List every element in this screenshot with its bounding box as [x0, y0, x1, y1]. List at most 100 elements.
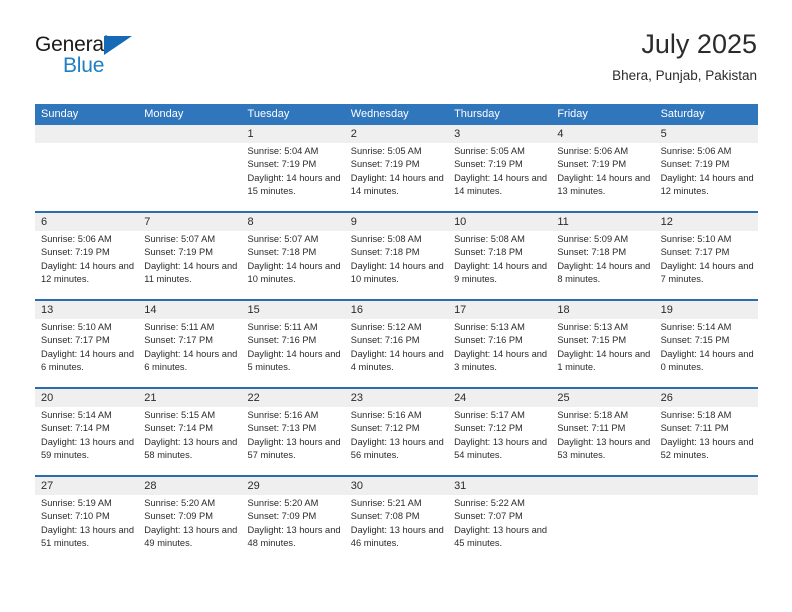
day-number[interactable]: 16: [345, 301, 448, 319]
day-cell[interactable]: Sunrise: 5:17 AM Sunset: 7:12 PM Dayligh…: [448, 407, 551, 475]
day-cell[interactable]: Sunrise: 5:04 AM Sunset: 7:19 PM Dayligh…: [242, 143, 345, 211]
week-dates-band: 13 14 15 16 17 18 19: [35, 301, 758, 319]
sunset-text: Sunset: 7:10 PM: [41, 511, 110, 522]
day-number[interactable]: 12: [655, 213, 758, 231]
week-dates-band: 27 28 29 30 31: [35, 477, 758, 495]
day-number[interactable]: 10: [448, 213, 551, 231]
day-number[interactable]: 5: [655, 125, 758, 143]
day-number[interactable]: 4: [551, 125, 654, 143]
day-cell[interactable]: Sunrise: 5:10 AM Sunset: 7:17 PM Dayligh…: [655, 231, 758, 299]
daylight-text: Daylight: 14 hours and 8 minutes.: [557, 260, 651, 285]
day-number[interactable]: [655, 477, 758, 495]
day-cell[interactable]: Sunrise: 5:06 AM Sunset: 7:19 PM Dayligh…: [35, 231, 138, 299]
day-number[interactable]: [138, 125, 241, 143]
day-cell[interactable]: Sunrise: 5:12 AM Sunset: 7:16 PM Dayligh…: [345, 319, 448, 387]
day-cell[interactable]: [138, 143, 241, 211]
day-cell[interactable]: Sunrise: 5:11 AM Sunset: 7:17 PM Dayligh…: [138, 319, 241, 387]
day-number[interactable]: 2: [345, 125, 448, 143]
day-cell[interactable]: Sunrise: 5:09 AM Sunset: 7:18 PM Dayligh…: [551, 231, 654, 299]
sunset-text: Sunset: 7:16 PM: [454, 335, 523, 346]
day-number[interactable]: 28: [138, 477, 241, 495]
day-cell[interactable]: [655, 495, 758, 563]
day-number[interactable]: 27: [35, 477, 138, 495]
day-number[interactable]: 14: [138, 301, 241, 319]
sunset-text: Sunset: 7:17 PM: [144, 335, 213, 346]
daylight-text: Daylight: 13 hours and 51 minutes.: [41, 524, 135, 549]
day-cell[interactable]: Sunrise: 5:19 AM Sunset: 7:10 PM Dayligh…: [35, 495, 138, 563]
day-cell[interactable]: Sunrise: 5:07 AM Sunset: 7:19 PM Dayligh…: [138, 231, 241, 299]
day-cell[interactable]: Sunrise: 5:20 AM Sunset: 7:09 PM Dayligh…: [138, 495, 241, 563]
day-cell[interactable]: Sunrise: 5:16 AM Sunset: 7:13 PM Dayligh…: [242, 407, 345, 475]
week-row: 13 14 15 16 17 18 19 Sunrise: 5:10 AM Su…: [35, 301, 758, 389]
sunrise-text: Sunrise: 5:11 AM: [247, 322, 318, 332]
calendar-page: General Blue July 2025 Bhera, Punjab, Pa…: [0, 0, 792, 612]
day-number[interactable]: 26: [655, 389, 758, 407]
daylight-text: Daylight: 14 hours and 13 minutes.: [557, 172, 651, 197]
day-cell[interactable]: Sunrise: 5:05 AM Sunset: 7:19 PM Dayligh…: [345, 143, 448, 211]
daylight-text: Daylight: 13 hours and 54 minutes.: [454, 436, 548, 461]
daylight-text: Daylight: 14 hours and 12 minutes.: [41, 260, 135, 285]
day-cell[interactable]: Sunrise: 5:14 AM Sunset: 7:14 PM Dayligh…: [35, 407, 138, 475]
daylight-text: Daylight: 13 hours and 48 minutes.: [247, 524, 341, 549]
sunset-text: Sunset: 7:19 PM: [41, 247, 110, 258]
day-cell[interactable]: Sunrise: 5:11 AM Sunset: 7:16 PM Dayligh…: [242, 319, 345, 387]
day-cell[interactable]: Sunrise: 5:06 AM Sunset: 7:19 PM Dayligh…: [551, 143, 654, 211]
day-number[interactable]: 13: [35, 301, 138, 319]
sunset-text: Sunset: 7:19 PM: [557, 159, 627, 170]
day-cell[interactable]: Sunrise: 5:14 AM Sunset: 7:15 PM Dayligh…: [655, 319, 758, 387]
day-number[interactable]: 31: [448, 477, 551, 495]
day-number[interactable]: 8: [242, 213, 345, 231]
day-number[interactable]: 25: [551, 389, 654, 407]
day-number[interactable]: 15: [242, 301, 345, 319]
day-number[interactable]: 20: [35, 389, 138, 407]
day-cell[interactable]: Sunrise: 5:22 AM Sunset: 7:07 PM Dayligh…: [448, 495, 551, 563]
day-number[interactable]: 30: [345, 477, 448, 495]
day-number[interactable]: 1: [242, 125, 345, 143]
daylight-text: Daylight: 14 hours and 7 minutes.: [660, 260, 754, 285]
sunset-text: Sunset: 7:19 PM: [454, 159, 523, 170]
day-number[interactable]: 9: [345, 213, 448, 231]
day-cell[interactable]: Sunrise: 5:18 AM Sunset: 7:11 PM Dayligh…: [551, 407, 654, 475]
day-number[interactable]: 6: [35, 213, 138, 231]
daylight-text: Daylight: 14 hours and 4 minutes.: [350, 348, 444, 373]
day-cell[interactable]: Sunrise: 5:15 AM Sunset: 7:14 PM Dayligh…: [138, 407, 241, 475]
day-cell[interactable]: Sunrise: 5:16 AM Sunset: 7:12 PM Dayligh…: [345, 407, 448, 475]
day-number[interactable]: 18: [551, 301, 654, 319]
day-cell[interactable]: Sunrise: 5:10 AM Sunset: 7:17 PM Dayligh…: [35, 319, 138, 387]
generalblue-logo: General Blue: [35, 32, 165, 82]
daylight-text: Daylight: 14 hours and 0 minutes.: [660, 348, 754, 373]
day-cell[interactable]: Sunrise: 5:06 AM Sunset: 7:19 PM Dayligh…: [655, 143, 758, 211]
day-number[interactable]: 3: [448, 125, 551, 143]
sunrise-text: Sunrise: 5:13 AM: [557, 322, 629, 332]
day-number[interactable]: 24: [448, 389, 551, 407]
sunset-text: Sunset: 7:11 PM: [660, 423, 729, 434]
day-number[interactable]: [35, 125, 138, 143]
sunset-text: Sunset: 7:16 PM: [350, 335, 420, 346]
day-number[interactable]: 29: [242, 477, 345, 495]
weekday-header-sunday: Sunday: [41, 108, 79, 120]
day-number[interactable]: [551, 477, 654, 495]
day-number[interactable]: 23: [345, 389, 448, 407]
day-cell[interactable]: [551, 495, 654, 563]
day-cell[interactable]: Sunrise: 5:07 AM Sunset: 7:18 PM Dayligh…: [242, 231, 345, 299]
sunset-text: Sunset: 7:12 PM: [454, 423, 523, 434]
day-cell[interactable]: Sunrise: 5:13 AM Sunset: 7:15 PM Dayligh…: [551, 319, 654, 387]
day-cell[interactable]: Sunrise: 5:18 AM Sunset: 7:11 PM Dayligh…: [655, 407, 758, 475]
day-cell[interactable]: Sunrise: 5:08 AM Sunset: 7:18 PM Dayligh…: [448, 231, 551, 299]
day-cell[interactable]: Sunrise: 5:20 AM Sunset: 7:09 PM Dayligh…: [242, 495, 345, 563]
week-dates-band: 1 2 3 4 5: [35, 125, 758, 143]
day-number[interactable]: 17: [448, 301, 551, 319]
day-cell[interactable]: Sunrise: 5:08 AM Sunset: 7:18 PM Dayligh…: [345, 231, 448, 299]
sunset-text: Sunset: 7:18 PM: [557, 247, 627, 258]
day-cell[interactable]: [35, 143, 138, 211]
sunset-text: Sunset: 7:14 PM: [144, 423, 213, 434]
day-cell[interactable]: Sunrise: 5:13 AM Sunset: 7:16 PM Dayligh…: [448, 319, 551, 387]
day-number[interactable]: 19: [655, 301, 758, 319]
day-cell[interactable]: Sunrise: 5:05 AM Sunset: 7:19 PM Dayligh…: [448, 143, 551, 211]
day-cell[interactable]: Sunrise: 5:21 AM Sunset: 7:08 PM Dayligh…: [345, 495, 448, 563]
day-number[interactable]: 22: [242, 389, 345, 407]
day-number[interactable]: 7: [138, 213, 241, 231]
daylight-text: Daylight: 13 hours and 52 minutes.: [660, 436, 754, 461]
day-number[interactable]: 11: [551, 213, 654, 231]
day-number[interactable]: 21: [138, 389, 241, 407]
